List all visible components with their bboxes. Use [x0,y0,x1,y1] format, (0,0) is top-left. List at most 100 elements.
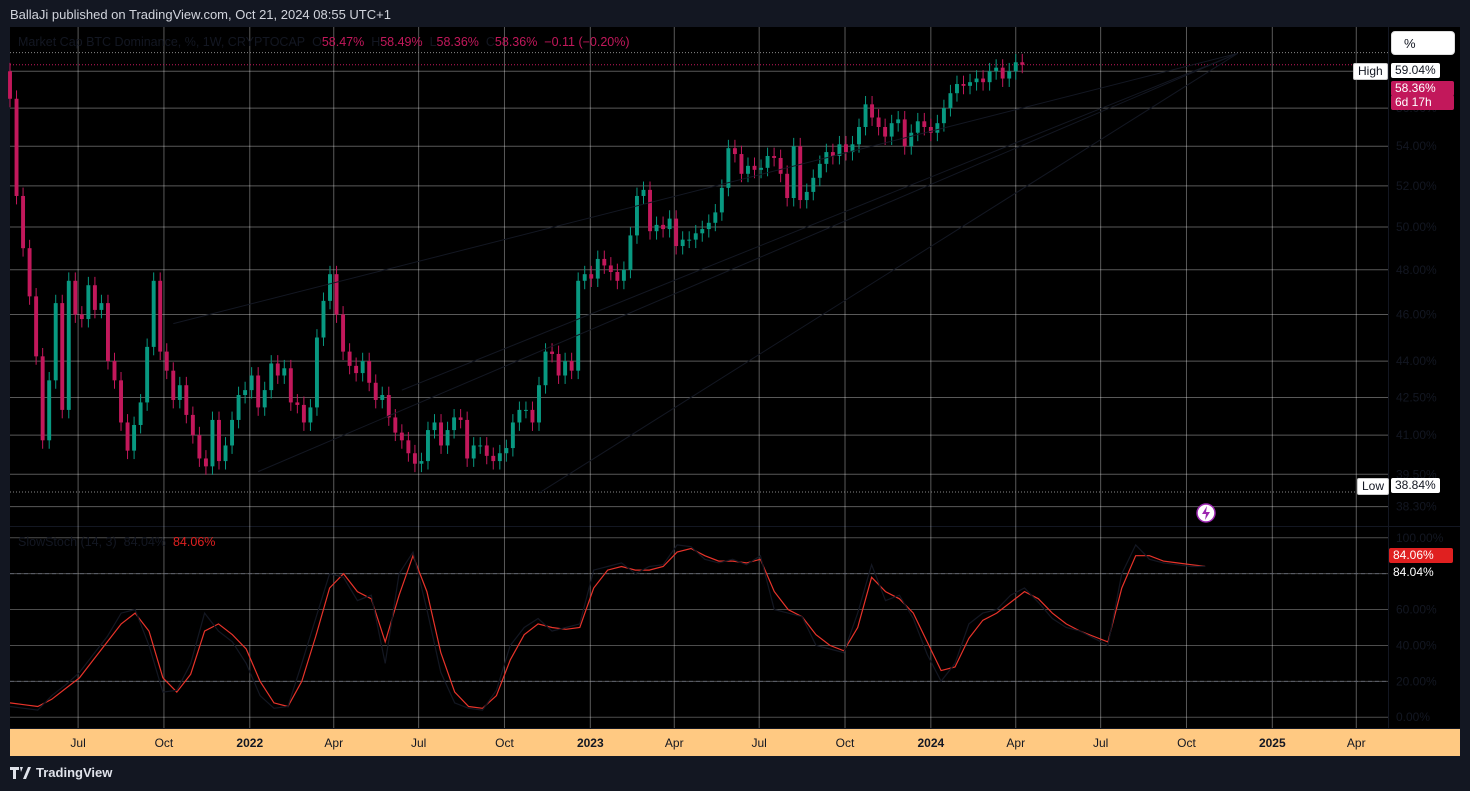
candle-body [530,409,535,423]
candle-body [465,419,470,459]
candle-body [1020,62,1025,65]
legend-l: L58.36% [429,35,479,49]
candle-body [445,430,450,446]
candle-body [556,353,561,376]
candle-body [608,265,613,272]
candle-body [746,165,750,174]
candle-body [73,280,78,315]
time-tick-label: Apr [1006,736,1025,750]
candle-body [863,104,868,127]
time-tick-label: Oct [836,736,855,750]
candle-body [66,280,71,410]
candle-body [628,235,633,270]
price-tick-label: 46.00% [1396,307,1437,321]
time-axis-bg [10,728,1460,756]
time-tick-label: Apr [1347,736,1366,750]
candle-body [484,445,489,456]
candle-body [217,419,221,462]
candle-body [184,385,189,415]
candle-body [14,98,19,196]
candle-body [550,351,555,354]
candle-body [386,395,391,418]
candle-body [79,314,84,320]
candle-body [360,361,365,374]
candle-body [974,78,979,83]
candle-body [922,121,927,127]
time-tick-label: Apr [665,736,684,750]
candle-body [667,218,672,230]
candle-body [582,274,587,281]
candle-body [236,395,241,420]
time-tick-label: Oct [1177,736,1196,750]
main-legend: Market Cap BTC Dominance, %, 1W, CRYPTOC… [18,35,630,49]
candle-body [935,123,940,133]
symbol-title: Market Cap BTC Dominance, %, 1W, CRYPTOC… [18,35,306,49]
candle-body [648,189,652,232]
candle-body [145,346,150,403]
candle-body [576,280,581,371]
candle-body [249,375,254,391]
candle-body [158,280,163,352]
candle-body [164,351,169,371]
candle-body [674,218,679,247]
candle-body [615,271,620,281]
candle-body [347,351,352,366]
candle-body [510,422,515,449]
candle-body [948,93,953,109]
candle-body [92,285,97,310]
candle-body [739,154,744,174]
candle-body [86,285,91,320]
last-price-label: 58.36% [1391,81,1454,96]
time-tick-label: 2022 [236,736,263,750]
stoch-d-axis-label: 84.06% [1389,548,1453,563]
time-tick-label: Jul [1093,736,1108,750]
candle-body [197,435,202,459]
candle-body [843,144,848,153]
candle-body [341,314,346,352]
candle-body [138,402,143,425]
chart-canvas[interactable]: Jul Oct 2022 Apr Jul Oct 2023 Apr Jul Oct 2024 Apr J… [0,0,1470,791]
candle-body [34,296,39,357]
candle-body [589,274,594,279]
candle-body [961,84,966,86]
candle-body [680,239,685,247]
candle-body [563,361,568,376]
scale-unit-selector[interactable]: % [1391,31,1455,55]
candle-body [282,368,287,376]
price-tick-label: 52.00% [1396,179,1437,193]
candle-body [497,453,502,462]
candle-body [759,167,764,170]
candle-body [896,119,901,124]
brand-name: TradingView [36,765,113,780]
candle-body [99,303,104,310]
candle-body [223,445,228,462]
candle-body [314,337,319,408]
time-tick-label: Jul [411,736,426,750]
high-tag: High [1353,63,1388,80]
candle-body [21,195,26,249]
candle-body [798,146,803,201]
candle-body [889,123,894,137]
candle-body [902,119,907,147]
indicator-k-value: 84.04% [123,535,167,549]
indicator-name: SlowStoch (14, 3) [18,535,117,549]
candle-body [693,233,698,240]
candle-body [190,414,195,436]
candle-body [406,440,411,454]
price-tick-label: 54.00% [1396,139,1437,153]
candle-body [804,191,809,201]
candle-body [955,84,959,94]
candle-body [53,303,58,381]
low-tag: Low [1357,478,1390,495]
candle-body [439,422,443,446]
candle-body [288,368,293,403]
candle-body [537,385,541,423]
candle-body [661,224,666,230]
candle-body [706,222,711,230]
candle-body [994,67,999,72]
time-tick-label: 2024 [917,736,944,750]
candle-body [713,212,718,223]
candle-body [478,445,483,447]
candle-body [811,177,816,192]
candle-body [426,430,430,462]
